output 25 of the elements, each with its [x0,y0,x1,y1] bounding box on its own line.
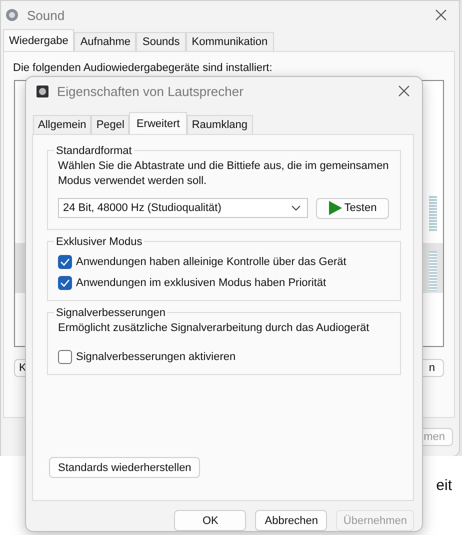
tab[interactable]: Wiedergabe [3,28,74,51]
dialog-button[interactable]: Abbrechen [255,510,328,531]
test-button[interactable]: Testen [316,198,389,219]
intro-text: Die folgenden Audiowiedergabegeräte sind installiert: [13,62,274,74]
tab[interactable]: Erweitert [129,112,187,134]
tab[interactable]: Aufnahme [74,32,136,51]
tab[interactable]: Allgemein [33,114,92,134]
window-title: Sound [27,8,65,23]
dialog-title: Eigenschaften von Lautsprecher [57,84,244,99]
description-text: Wählen Sie die Abtastrate und die Bittiefe aus, die im gemeinsamen Modus verwendet werden soll. [58,158,390,189]
group-title: Exklusiver Modus [55,236,144,248]
group-title: Standardformat [55,144,133,157]
group-title: Signalverbesserungen [55,306,166,319]
tab[interactable]: Sounds [136,32,186,51]
tab[interactable]: Kommunikation [186,32,274,51]
checkbox[interactable]: Signalverbesserungen aktivieren [58,350,390,364]
tab[interactable]: Pegel [91,114,130,134]
format-dropdown[interactable]: 24 Bit, 48000 Hz (Studioqualität) [58,198,308,218]
description-text: Ermöglicht zusätzliche Signalverarbeitung durch das Audiogerät [58,320,370,336]
checkbox[interactable]: Anwendungen im exklusiven Modus haben Priorität [58,276,390,290]
checkbox[interactable]: Anwendungen haben alleinige Kontrolle über das Gerät [58,254,390,269]
background-text: eit [436,477,452,494]
tab[interactable]: Raumklang [186,114,252,134]
dialog-button[interactable]: OK [174,510,246,531]
restore-defaults-button[interactable]: Standards wiederherstellen [49,457,200,478]
